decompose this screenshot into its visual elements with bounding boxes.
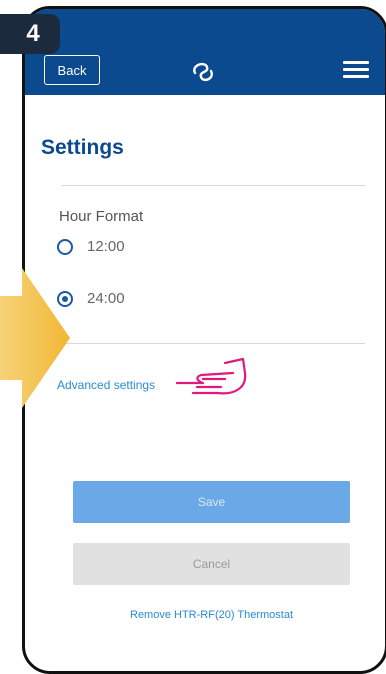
back-button[interactable]: Back bbox=[44, 55, 100, 85]
phone-frame: Back Settings Hour Format 12:00 24:00 Ad… bbox=[22, 6, 386, 674]
step-number-badge: 4 bbox=[0, 14, 60, 54]
remove-thermostat-link[interactable]: Remove HTR-RF(20) Thermostat bbox=[73, 609, 350, 621]
app-header: Back bbox=[25, 9, 385, 95]
cancel-button[interactable]: Cancel bbox=[73, 543, 350, 585]
radio-label-12h: 12:00 bbox=[87, 238, 125, 255]
arrow-right-icon bbox=[0, 268, 70, 408]
divider bbox=[61, 343, 365, 344]
pointing-hand-icon bbox=[175, 357, 247, 395]
hamburger-menu-icon[interactable] bbox=[343, 61, 369, 79]
save-button[interactable]: Save bbox=[73, 481, 350, 523]
radio-option-12h[interactable]: 12:00 bbox=[57, 238, 125, 255]
logo-icon bbox=[193, 62, 213, 82]
radio-button-12h[interactable] bbox=[57, 238, 73, 255]
radio-label-24h: 24:00 bbox=[87, 290, 125, 307]
advanced-settings-link[interactable]: Advanced settings bbox=[57, 378, 155, 392]
page-title: Settings bbox=[41, 136, 124, 159]
divider bbox=[61, 185, 365, 186]
hour-format-label: Hour Format bbox=[59, 208, 144, 225]
